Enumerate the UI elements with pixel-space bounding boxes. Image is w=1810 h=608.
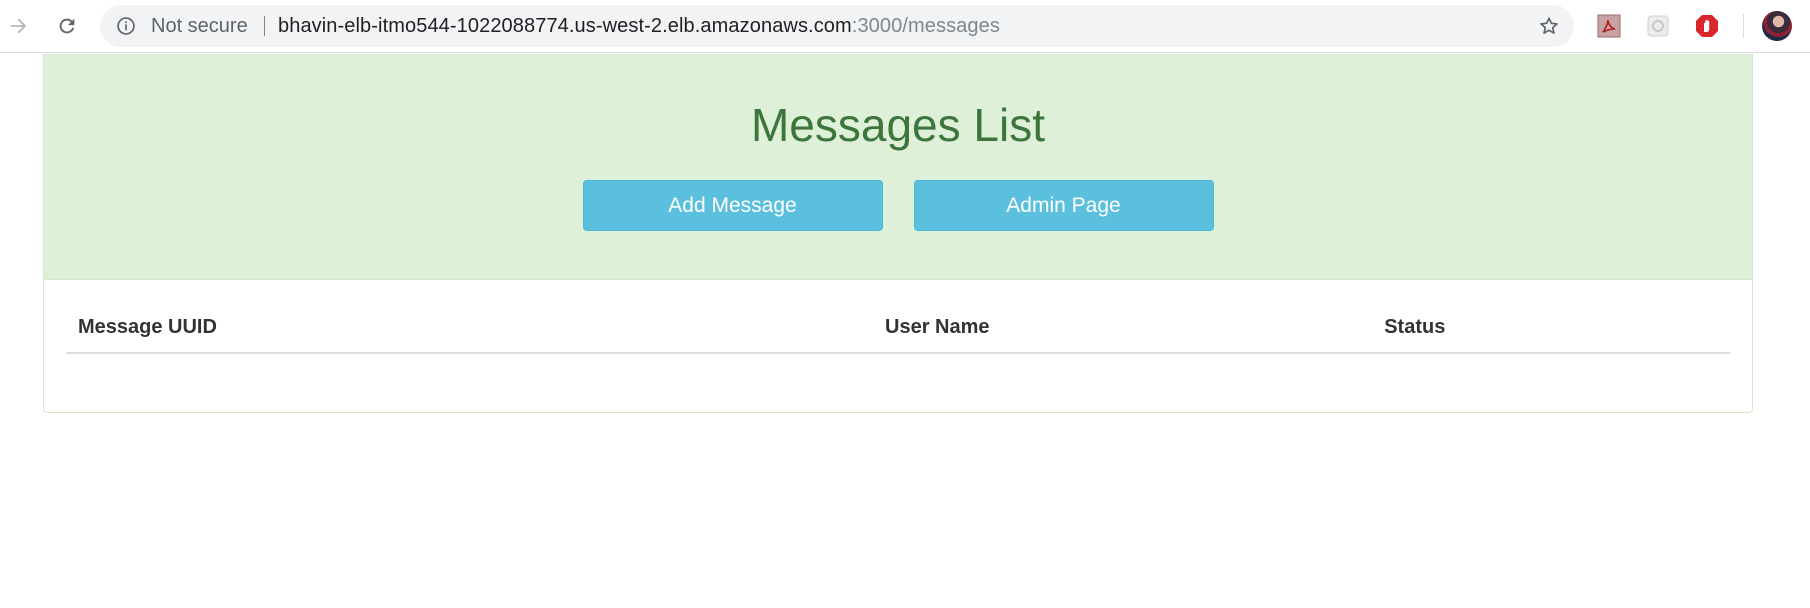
pdf-icon <box>1597 14 1621 38</box>
forward-button[interactable] <box>2 10 34 42</box>
url-path: :3000/messages <box>851 15 1000 37</box>
extension-icon <box>1647 15 1669 37</box>
url-host: bhavin-elb-itmo544-1022088774.us-west-2.… <box>278 15 852 37</box>
add-message-button[interactable]: Add Message <box>582 180 883 231</box>
column-header-status[interactable]: Status <box>1372 306 1730 354</box>
stop-hand-icon <box>1696 15 1718 37</box>
messages-panel: Messages List Add Message Admin Page Mes… <box>43 54 1753 413</box>
reload-icon <box>59 18 75 34</box>
column-header-message-uuid[interactable]: Message UUID <box>66 306 874 354</box>
reload-button[interactable] <box>51 10 83 42</box>
pdf-extension-button[interactable] <box>1597 14 1621 38</box>
address-separator <box>264 16 265 36</box>
messages-table: Message UUID User Name Status <box>66 306 1730 354</box>
panel-body: Message UUID User Name Status <box>44 306 1752 354</box>
info-icon[interactable] <box>116 16 136 36</box>
security-label[interactable]: Not secure <box>151 5 248 47</box>
extension-button[interactable] <box>1646 14 1670 38</box>
table-header-row: Message UUID User Name Status <box>66 306 1730 354</box>
address-bar[interactable]: Not secure bhavin-elb-itmo544-1022088774… <box>100 5 1574 47</box>
url-text[interactable]: bhavin-elb-itmo544-1022088774.us-west-2.… <box>278 5 1000 47</box>
panel-heading: Messages List Add Message Admin Page <box>44 54 1752 280</box>
adblock-extension-button[interactable] <box>1695 14 1719 38</box>
action-buttons: Add Message Admin Page <box>44 180 1752 231</box>
admin-page-button[interactable]: Admin Page <box>913 180 1214 231</box>
profile-avatar[interactable] <box>1762 11 1792 41</box>
bookmark-star-icon[interactable] <box>1538 15 1560 37</box>
page-title: Messages List <box>750 99 1045 151</box>
toolbar-separator <box>1743 14 1744 38</box>
column-header-user-name[interactable]: User Name <box>873 306 1373 354</box>
browser-toolbar: Not secure bhavin-elb-itmo544-1022088774… <box>0 0 1810 53</box>
arrow-right-icon <box>10 18 27 34</box>
